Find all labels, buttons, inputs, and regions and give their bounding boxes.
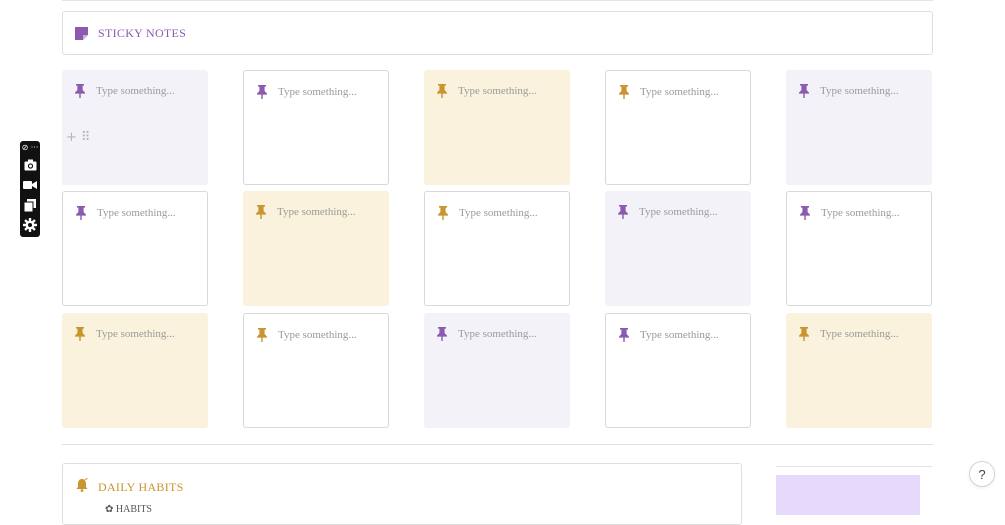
pin-icon[interactable] (74, 84, 86, 98)
sticky-note[interactable]: Type something... (786, 70, 932, 185)
pin-icon[interactable] (437, 206, 449, 220)
pin-icon[interactable] (256, 85, 268, 99)
sticky-note[interactable]: Type something... (786, 313, 932, 428)
daily-habits-header: DAILY HABITS ✿ HABITS (62, 463, 742, 525)
block-handle[interactable]: +⠿ (66, 130, 94, 145)
pin-icon[interactable] (618, 85, 630, 99)
sticky-note[interactable]: Type something... (605, 191, 751, 306)
note-placeholder[interactable]: Type something... (458, 85, 537, 97)
note-placeholder[interactable]: Type something... (458, 328, 537, 340)
pin-icon[interactable] (74, 327, 86, 341)
sticky-note[interactable]: Type something... (62, 191, 208, 306)
right-divider (776, 466, 932, 467)
sticky-note[interactable]: Type something... (424, 70, 570, 185)
pin-icon[interactable] (256, 328, 268, 342)
note-placeholder[interactable]: Type something... (96, 85, 175, 97)
sticky-note[interactable]: Type something... (62, 313, 208, 428)
section-divider (62, 444, 933, 445)
pin-icon[interactable] (799, 206, 811, 220)
note-placeholder[interactable]: Type something... (459, 207, 538, 219)
help-button[interactable]: ? (969, 461, 995, 487)
note-placeholder[interactable]: Type something... (278, 86, 357, 98)
sticky-note[interactable]: Type something... +⠿ (62, 70, 208, 185)
copy-icon[interactable] (20, 195, 40, 215)
note-placeholder[interactable]: Type something... (821, 207, 900, 219)
note-placeholder[interactable]: Type something... (278, 329, 357, 341)
pin-icon[interactable] (436, 84, 448, 98)
pin-icon[interactable] (436, 327, 448, 341)
note-placeholder[interactable]: Type something... (639, 206, 718, 218)
note-placeholder[interactable]: Type something... (820, 85, 899, 97)
note-placeholder[interactable]: Type something... (96, 328, 175, 340)
drag-handle-icon[interactable]: ⠿ (81, 130, 95, 145)
sticky-note[interactable]: Type something... (243, 70, 389, 185)
bell-icon (75, 478, 89, 492)
sticky-notes-header: STICKY NOTES (62, 11, 933, 55)
pin-icon[interactable] (798, 327, 810, 341)
sticky-note[interactable]: Type something... (243, 313, 389, 428)
pin-icon[interactable] (75, 206, 87, 220)
pin-icon[interactable] (618, 328, 630, 342)
pin-icon[interactable] (255, 205, 267, 219)
daily-habits-title: DAILY HABITS (98, 480, 184, 494)
pin-icon[interactable] (617, 205, 629, 219)
sticky-note[interactable]: Type something... (424, 313, 570, 428)
note-placeholder[interactable]: Type something... (640, 86, 719, 98)
note-placeholder[interactable]: Type something... (277, 206, 356, 218)
video-icon[interactable] (20, 175, 40, 195)
pin-icon[interactable] (798, 84, 810, 98)
note-placeholder[interactable]: Type something... (820, 328, 899, 340)
sticky-note-icon (75, 26, 89, 40)
sticky-note[interactable]: Type something... (605, 70, 751, 185)
note-placeholder[interactable]: Type something... (97, 207, 176, 219)
habits-subheading: ✿ HABITS (105, 504, 152, 515)
add-block-icon[interactable]: + (66, 130, 81, 145)
floating-toolbar: ⊘ ··· (20, 141, 40, 237)
top-divider (62, 0, 933, 3)
sticky-note[interactable]: Type something... (786, 191, 932, 306)
sticky-note[interactable]: Type something... (605, 313, 751, 428)
toolbar-menu[interactable]: ⊘ ··· (20, 141, 40, 155)
sticky-note[interactable]: Type something... (243, 191, 389, 306)
sticky-notes-title: STICKY NOTES (98, 25, 187, 40)
sticky-note[interactable]: Type something... (424, 191, 570, 306)
decorative-banner (776, 475, 920, 515)
gear-icon[interactable] (20, 215, 40, 235)
note-placeholder[interactable]: Type something... (640, 329, 719, 341)
camera-icon[interactable] (20, 155, 40, 175)
